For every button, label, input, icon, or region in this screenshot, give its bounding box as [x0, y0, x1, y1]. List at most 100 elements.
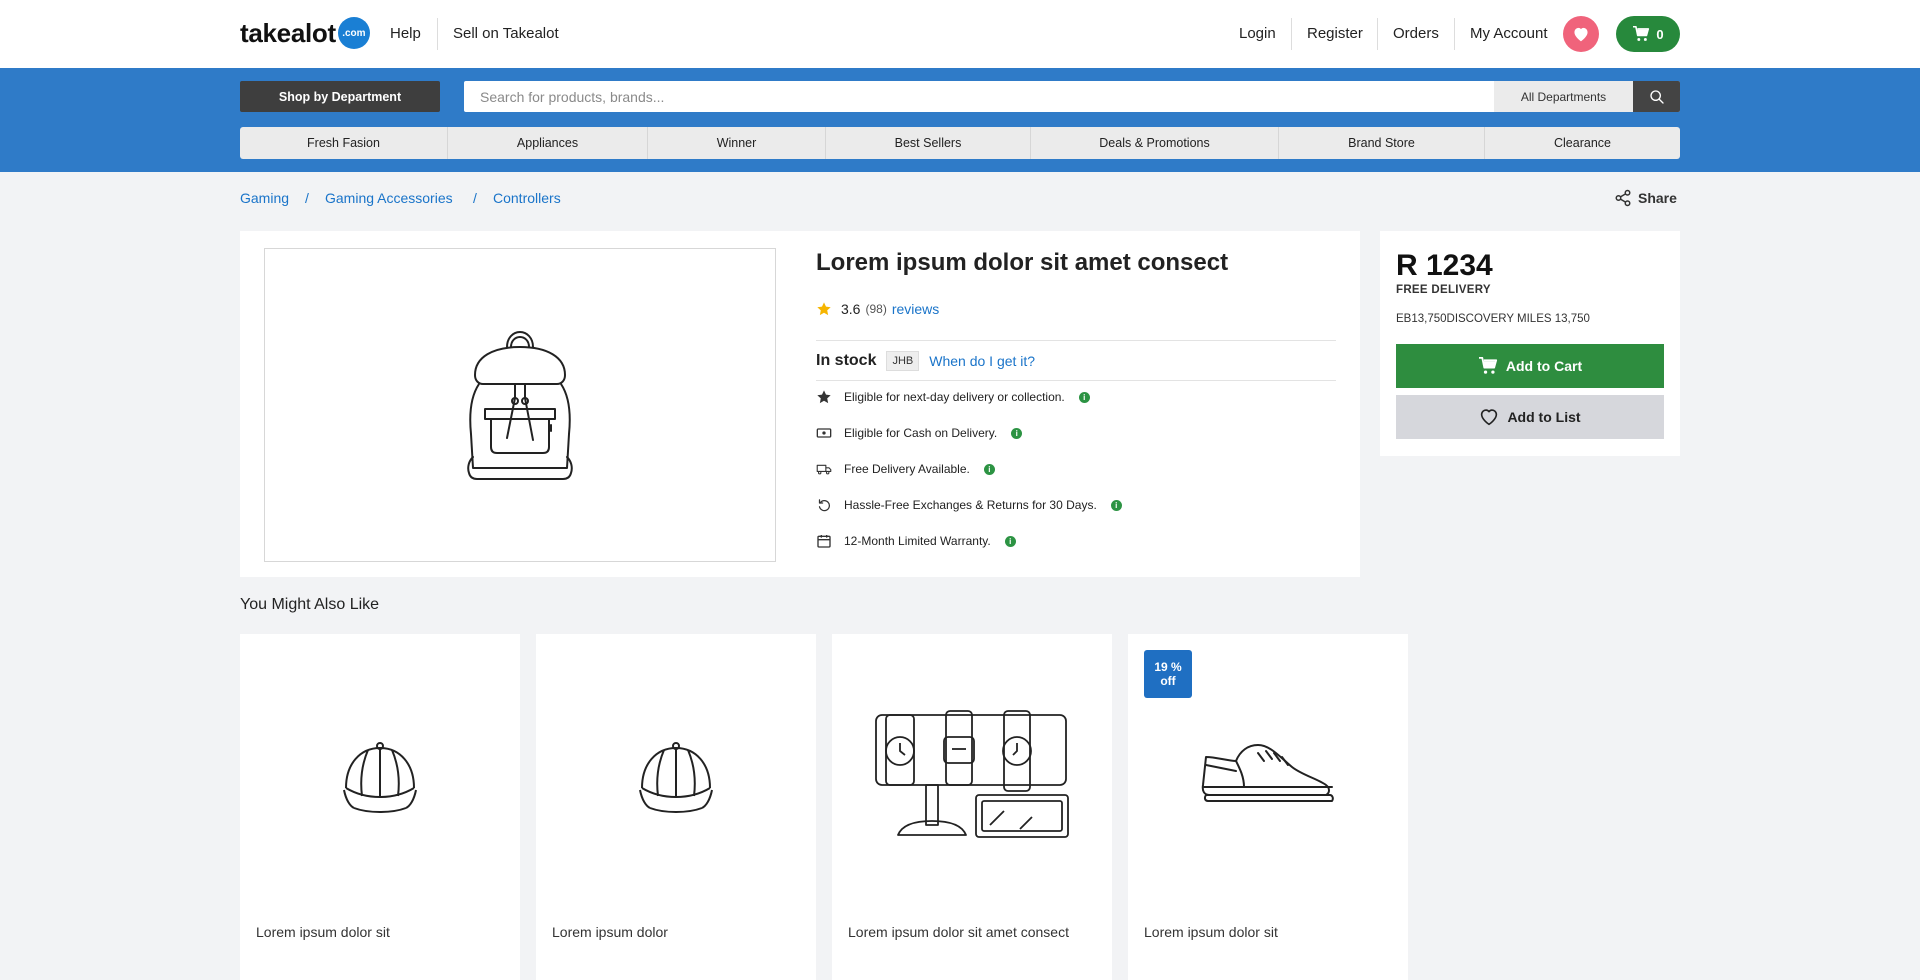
add-to-cart-label: Add to Cart: [1505, 358, 1583, 374]
feature-free-delivery: Free Delivery Available. i: [816, 461, 995, 477]
star-icon: [816, 389, 832, 405]
divider: [816, 340, 1336, 341]
feature-warranty: 12-Month Limited Warranty. i: [816, 533, 1016, 549]
search-bar: All Departments: [464, 81, 1680, 112]
info-icon[interactable]: i: [1011, 427, 1023, 439]
category-fresh-fashion[interactable]: Fresh Fasion: [240, 127, 448, 159]
takealot-logo[interactable]: takealot .com: [240, 17, 370, 49]
product-tile-image: [1128, 654, 1408, 894]
shop-by-department-button[interactable]: Shop by Department: [240, 81, 440, 112]
product-tile-title[interactable]: Lorem ipsum dolor: [552, 924, 668, 940]
feature-text: Eligible for Cash on Delivery.: [844, 426, 998, 440]
breadcrumb-gaming-accessories[interactable]: Gaming Accessories: [325, 190, 453, 206]
department-select[interactable]: All Departments: [1494, 81, 1633, 112]
register-link[interactable]: Register: [1307, 25, 1363, 42]
logo-badge: .com: [337, 17, 370, 49]
logo-text: takealot: [240, 17, 336, 48]
cart-icon: [1478, 357, 1497, 374]
stock-status: In stock: [816, 352, 877, 369]
search-button[interactable]: [1633, 81, 1680, 112]
watches-illustration: [875, 710, 1069, 838]
orders-link[interactable]: Orders: [1393, 25, 1439, 42]
recommendations-title: You Might Also Like: [240, 596, 380, 613]
cart-icon: [1633, 26, 1650, 41]
breadcrumb-separator: /: [305, 190, 309, 206]
category-clearance[interactable]: Clearance: [1485, 127, 1680, 159]
info-icon[interactable]: i: [1004, 535, 1016, 547]
cart-count: 0: [1656, 26, 1664, 42]
feature-text: 12-Month Limited Warranty.: [844, 534, 991, 548]
return-icon: [816, 497, 832, 513]
info-icon[interactable]: i: [1078, 391, 1090, 403]
sneaker-illustration: [1201, 744, 1334, 802]
login-link[interactable]: Login: [1239, 25, 1276, 42]
product-tile[interactable]: Lorem ipsum dolor sit amet consect: [832, 634, 1112, 980]
divider: [1291, 18, 1292, 50]
add-to-list-button[interactable]: Add to List: [1396, 395, 1664, 439]
product-tile-image: [536, 654, 816, 894]
category-winner[interactable]: Winner: [648, 127, 826, 159]
feature-next-day-delivery: Eligible for next-day delivery or collec…: [816, 389, 1090, 405]
review-count: (98): [865, 302, 887, 316]
feature-cash-on-delivery: Eligible for Cash on Delivery. i: [816, 425, 1023, 441]
product-rating: 3.6 (98) reviews: [816, 301, 939, 317]
star-rating-icon: [817, 302, 831, 316]
sell-on-takealot-link[interactable]: Sell on Takealot: [453, 25, 559, 42]
divider: [1454, 18, 1455, 50]
product-tile[interactable]: 19 % off Lorem ipsum dolor sit: [1128, 634, 1408, 980]
share-button[interactable]: Share: [1614, 189, 1677, 207]
product-image[interactable]: [264, 248, 776, 562]
truck-icon: [816, 461, 832, 477]
calendar-icon: [816, 533, 832, 549]
feature-returns: Hassle-Free Exchanges & Returns for 30 D…: [816, 497, 1122, 513]
delivery-estimate-link[interactable]: When do I get it?: [929, 353, 1035, 369]
category-deals-promotions[interactable]: Deals & Promotions: [1031, 127, 1279, 159]
stock-info: In stock JHB When do I get it?: [816, 351, 1035, 371]
share-label: Share: [1638, 190, 1677, 206]
price: R 1234: [1396, 249, 1493, 282]
my-account-link[interactable]: My Account: [1470, 25, 1548, 42]
info-icon[interactable]: i: [983, 463, 995, 475]
product-card: Lorem ipsum dolor sit amet consect 3.6 (…: [240, 231, 1360, 577]
category-nav: Fresh Fasion Appliances Winner Best Sell…: [240, 127, 1680, 159]
divider: [437, 18, 438, 50]
buy-box: R 1234 FREE DELIVERY EB13,750DISCOVERY M…: [1380, 231, 1680, 456]
breadcrumb-controllers[interactable]: Controllers: [493, 190, 561, 206]
product-tile-title[interactable]: Lorem ipsum dolor sit amet consect: [848, 924, 1069, 940]
category-brand-store[interactable]: Brand Store: [1279, 127, 1485, 159]
rating-value: 3.6: [841, 301, 861, 317]
share-icon: [1615, 189, 1631, 207]
divider: [816, 380, 1336, 381]
category-best-sellers[interactable]: Best Sellers: [826, 127, 1031, 159]
search-icon: [1649, 89, 1664, 104]
product-tile[interactable]: Lorem ipsum dolor sit: [240, 634, 520, 980]
reviews-link[interactable]: reviews: [892, 301, 939, 317]
feature-text: Free Delivery Available.: [844, 462, 970, 476]
top-bar: takealot .com Help Sell on Takealot Logi…: [0, 0, 1920, 68]
add-to-list-label: Add to List: [1507, 409, 1581, 425]
product-tile[interactable]: Lorem ipsum dolor: [536, 634, 816, 980]
cap-illustration: [343, 742, 417, 813]
search-band: Shop by Department All Departments Fresh…: [0, 68, 1920, 172]
cap-illustration: [639, 742, 713, 813]
product-title: Lorem ipsum dolor sit amet consect: [816, 249, 1229, 276]
product-tile-title[interactable]: Lorem ipsum dolor sit: [1144, 924, 1278, 940]
breadcrumb-gaming[interactable]: Gaming: [240, 190, 289, 206]
backpack-illustration: [467, 331, 573, 480]
category-appliances[interactable]: Appliances: [448, 127, 648, 159]
product-tile-title[interactable]: Lorem ipsum dolor sit: [256, 924, 390, 940]
cart-button[interactable]: 0: [1616, 16, 1680, 52]
search-input[interactable]: [464, 81, 1494, 112]
free-delivery-label: FREE DELIVERY: [1396, 284, 1491, 296]
feature-text: Eligible for next-day delivery or collec…: [844, 390, 1065, 404]
divider: [1377, 18, 1378, 50]
cash-icon: [816, 425, 832, 441]
info-icon[interactable]: i: [1110, 499, 1122, 511]
add-to-cart-button[interactable]: Add to Cart: [1396, 344, 1664, 388]
product-tile-image: [240, 654, 520, 894]
wishlist-button[interactable]: [1563, 16, 1599, 52]
ebucks-discovery-miles: EB13,750DISCOVERY MILES 13,750: [1396, 313, 1590, 325]
warehouse-badge: JHB: [886, 351, 920, 371]
help-link[interactable]: Help: [390, 25, 421, 42]
product-tile-image: [832, 654, 1112, 894]
